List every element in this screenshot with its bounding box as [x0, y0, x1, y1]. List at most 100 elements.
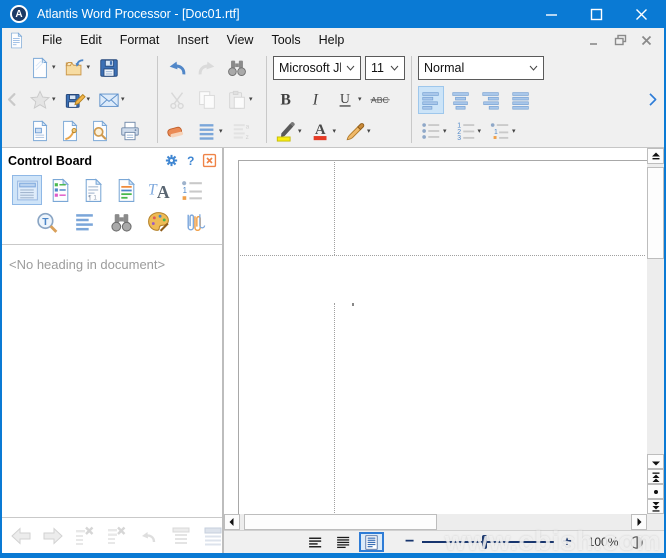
control-board-toolbar: ¶ 1 TA1 T: [2, 171, 222, 245]
menu-item-edit[interactable]: Edit: [71, 30, 111, 50]
align-center-icon: [450, 89, 472, 111]
fit-page-icon[interactable]: [628, 534, 645, 551]
close-panel-icon[interactable]: [202, 153, 217, 168]
open-folder-button[interactable]: ▾: [62, 54, 93, 82]
zoom-lens-button[interactable]: T: [32, 207, 62, 237]
view-draft-button[interactable]: [303, 532, 328, 552]
binoculars-button[interactable]: [106, 207, 136, 237]
headings-pane-icon: [15, 178, 40, 203]
text-caret: [352, 303, 354, 306]
mdi-minimize-button[interactable]: [584, 32, 604, 49]
svg-text:z: z: [245, 134, 248, 141]
svg-text:B: B: [281, 91, 291, 108]
save-as-floppy-button[interactable]: ▾: [62, 86, 93, 114]
comments-list-button[interactable]: [45, 175, 75, 205]
numbered-list-button[interactable]: 123▾: [453, 117, 484, 145]
print-preview-button[interactable]: [87, 117, 113, 145]
zoom-in-button[interactable]: +: [558, 534, 575, 550]
headings-empty-message: <No heading in document>: [2, 245, 222, 284]
binoculars-button[interactable]: [224, 54, 250, 82]
italic-button[interactable]: I: [303, 86, 329, 114]
align-center-button[interactable]: [448, 86, 474, 114]
eraser-button[interactable]: [164, 117, 190, 145]
align-right-button[interactable]: [478, 86, 504, 114]
zoom-slider-thumb[interactable]: [482, 535, 487, 549]
mdi-restore-button[interactable]: [610, 32, 630, 49]
vertical-scrollbar[interactable]: [647, 148, 664, 514]
maximize-button[interactable]: [574, 0, 619, 28]
horizontal-scrollbar[interactable]: [224, 514, 664, 530]
menu-item-help[interactable]: Help: [310, 30, 354, 50]
close-button[interactable]: [619, 0, 664, 28]
view-layout-button[interactable]: [359, 532, 384, 552]
font-name-combo[interactable]: Microsoft Jh: [273, 56, 361, 80]
format-painter-icon: [344, 120, 366, 142]
bullet-list-button[interactable]: ▾: [418, 117, 449, 145]
printer-button[interactable]: [117, 117, 143, 145]
toolbar-area: ▾▾ ▾▾▾ ▾ ▾az Microsoft Jh 11 BIU▾ABC: [2, 52, 664, 148]
send-mail-button[interactable]: ▾: [96, 86, 127, 114]
paragraphs-button[interactable]: [69, 207, 99, 237]
palette-button[interactable]: [143, 207, 173, 237]
menu-item-format[interactable]: Format: [111, 30, 169, 50]
underline-button[interactable]: U▾: [333, 86, 364, 114]
comments-list-icon: [48, 178, 73, 203]
sort-paragraphs-button: az: [229, 117, 255, 145]
zoom-slider[interactable]: [422, 541, 554, 543]
sections-page-button[interactable]: ¶ 1: [78, 175, 108, 205]
scroll-up-button[interactable]: [647, 148, 664, 164]
menu-item-insert[interactable]: Insert: [168, 30, 217, 50]
list-styles-button[interactable]: 1: [177, 175, 207, 205]
new-document-button[interactable]: ▾: [27, 54, 58, 82]
toolbar-overflow-button[interactable]: [640, 52, 664, 147]
document-area[interactable]: [224, 148, 664, 514]
attachments-button[interactable]: [180, 207, 210, 237]
highlighter-button[interactable]: ▾: [273, 117, 304, 145]
scrollbar-corner: [647, 514, 664, 530]
font-color-button[interactable]: A▾: [308, 117, 339, 145]
next-page-button[interactable]: [647, 499, 664, 514]
line-spacing-button[interactable]: ▾: [194, 117, 225, 145]
font-size-combo[interactable]: 11: [365, 56, 405, 80]
zoom-level-value: 100%: [588, 535, 619, 549]
menu-item-tools[interactable]: Tools: [262, 30, 309, 50]
scroll-left-button[interactable]: [224, 514, 240, 530]
fonts-ta-button[interactable]: TA: [144, 175, 174, 205]
view-online-button[interactable]: [331, 532, 356, 552]
previous-page-button[interactable]: [647, 469, 664, 484]
save-floppy-button[interactable]: [96, 54, 122, 82]
browse-object-button[interactable]: [647, 484, 664, 499]
horizontal-scroll-thumb[interactable]: [244, 514, 437, 530]
style-combo[interactable]: Normal: [418, 56, 544, 80]
undo-arrow-button[interactable]: [164, 54, 190, 82]
align-left-button[interactable]: [418, 86, 444, 114]
bold-button[interactable]: B: [273, 86, 299, 114]
gear-icon[interactable]: [164, 153, 179, 168]
help-icon[interactable]: ?: [183, 153, 198, 168]
horizontal-scroll-track[interactable]: [240, 514, 631, 530]
align-justify-button[interactable]: [508, 86, 534, 114]
vertical-scroll-thumb[interactable]: [647, 167, 664, 259]
view-online-icon: [335, 534, 352, 551]
scroll-down-button[interactable]: [647, 454, 664, 469]
palette-icon: [146, 210, 171, 235]
toolbar-scroll-left-button[interactable]: [2, 52, 22, 147]
menu-item-file[interactable]: File: [33, 30, 71, 50]
headings-pane-button[interactable]: [12, 175, 42, 205]
minimize-button[interactable]: [529, 0, 574, 28]
format-painter-button[interactable]: ▾: [342, 117, 373, 145]
menu-item-view[interactable]: View: [218, 30, 263, 50]
dropdown-arrow-icon: ▾: [52, 64, 56, 71]
strikethrough-button[interactable]: ABC: [368, 86, 394, 114]
printer-icon: [119, 120, 141, 142]
scroll-right-button[interactable]: [631, 514, 647, 530]
document-wrench-button[interactable]: [57, 117, 83, 145]
vertical-scroll-track[interactable]: [647, 164, 664, 454]
fields-page-button[interactable]: [111, 175, 141, 205]
multilevel-list-button[interactable]: 1▾: [487, 117, 518, 145]
zoom-out-button[interactable]: −: [401, 534, 418, 550]
nav-forward-button: [39, 522, 67, 550]
mdi-close-button[interactable]: [636, 32, 656, 49]
highlighter-icon: [275, 120, 297, 142]
clipboard-panel-button[interactable]: [27, 117, 53, 145]
